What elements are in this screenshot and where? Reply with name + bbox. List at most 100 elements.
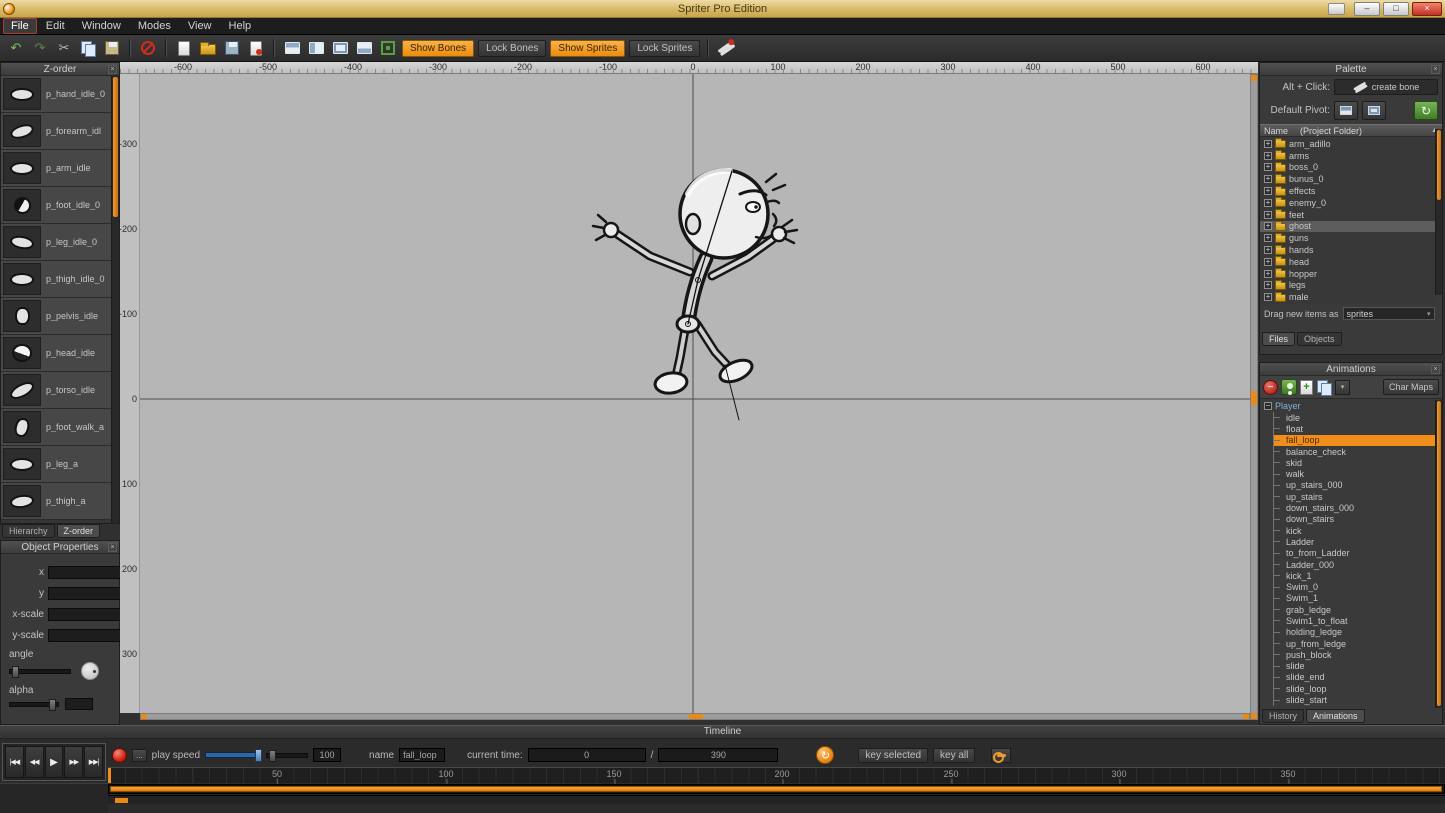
menu-modes[interactable]: Modes	[130, 18, 179, 34]
more-options-button[interactable]: ...	[132, 749, 147, 762]
entity-root[interactable]: − Player	[1260, 400, 1435, 412]
skip-to-end-button[interactable]: ▶▶|	[84, 746, 103, 778]
bone-tool-icon[interactable]	[716, 38, 736, 58]
expand-icon[interactable]: +	[1264, 152, 1272, 160]
animation-item[interactable]: push_block	[1274, 649, 1435, 660]
timeline-key-strip[interactable]	[108, 795, 1445, 804]
timeline-ruler[interactable]: 50 100 150 200 250 300 350	[108, 767, 1445, 783]
expand-icon[interactable]: +	[1264, 270, 1272, 278]
scrollbar-thumb[interactable]	[1437, 130, 1441, 200]
animation-item[interactable]: slide_end	[1274, 672, 1435, 683]
view-split-icon[interactable]	[282, 38, 302, 58]
canvas-vertical-scrollbar[interactable]	[1250, 74, 1258, 720]
tab-files[interactable]: Files	[1262, 332, 1295, 346]
animation-item[interactable]: down_stairs	[1274, 514, 1435, 525]
show-bones-button[interactable]: Show Bones	[402, 40, 474, 57]
cut-icon[interactable]: ✂	[54, 38, 74, 58]
angle-dial[interactable]	[81, 662, 99, 680]
redo-icon[interactable]: ↷	[30, 38, 50, 58]
animation-item[interactable]: walk	[1274, 468, 1435, 479]
animation-name-field[interactable]	[399, 748, 445, 762]
animation-item[interactable]: kick_1	[1274, 570, 1435, 581]
scroll-down-arrow[interactable]	[1251, 713, 1257, 719]
maximize-button[interactable]: □	[1383, 2, 1409, 16]
create-bone-button[interactable]: create bone	[1334, 79, 1438, 95]
paste-icon[interactable]	[102, 38, 122, 58]
previous-frame-button[interactable]: ◀◀	[25, 746, 44, 778]
folder-row[interactable]: +legs	[1260, 280, 1435, 292]
delete-animation-button[interactable]: −	[1263, 380, 1278, 395]
open-folder-icon[interactable]	[198, 38, 218, 58]
zoom-slider[interactable]	[266, 753, 308, 758]
z-order-scrollbar[interactable]	[111, 76, 119, 523]
expand-icon[interactable]: +	[1264, 222, 1272, 230]
tab-history[interactable]: History	[1262, 709, 1304, 723]
play-speed-value[interactable]	[313, 748, 341, 762]
folder-row-selected[interactable]: +ghost	[1260, 221, 1435, 233]
z-order-item[interactable]: p_thigh_a	[1, 483, 111, 520]
folder-row[interactable]: +bunus_0	[1260, 173, 1435, 185]
scrollbar-thumb[interactable]	[113, 77, 118, 217]
play-speed-slider[interactable]	[205, 752, 261, 758]
animation-item[interactable]: Swim_1	[1274, 593, 1435, 604]
show-desktop-icon[interactable]	[1328, 3, 1345, 15]
close-icon[interactable]: ×	[108, 65, 117, 74]
expand-icon[interactable]: +	[1264, 211, 1272, 219]
animation-item[interactable]: float	[1274, 423, 1435, 434]
expand-icon[interactable]: +	[1264, 281, 1272, 289]
total-time-field[interactable]	[658, 748, 778, 762]
canvas-viewport[interactable]	[140, 74, 1250, 713]
scroll-left-arrow[interactable]	[141, 714, 147, 719]
alpha-value-box[interactable]	[65, 698, 93, 710]
scroll-up-arrow[interactable]	[1251, 75, 1257, 81]
view-window-icon[interactable]	[306, 38, 326, 58]
export-icon[interactable]	[246, 38, 266, 58]
animation-item[interactable]: skid	[1274, 457, 1435, 468]
expand-icon[interactable]: +	[1264, 246, 1272, 254]
fit-screen-icon[interactable]	[378, 38, 398, 58]
keyframe-marker[interactable]	[115, 798, 128, 803]
pivot-mode-button-2[interactable]	[1362, 101, 1386, 120]
animation-item[interactable]: idle	[1274, 412, 1435, 423]
folder-row[interactable]: +feet	[1260, 209, 1435, 221]
copy-icon[interactable]	[78, 38, 98, 58]
expand-icon[interactable]: +	[1264, 234, 1272, 242]
z-order-item[interactable]: p_pelvis_idle	[1, 298, 111, 335]
pivot-mode-button-1[interactable]	[1334, 101, 1358, 120]
animation-item[interactable]: Ladder	[1274, 536, 1435, 547]
key-selected-button[interactable]: key selected	[858, 748, 928, 763]
animation-item[interactable]: grab_ledge	[1274, 604, 1435, 615]
animation-item-selected[interactable]: fall_loop	[1274, 435, 1435, 446]
animation-item[interactable]: slide	[1274, 661, 1435, 672]
expand-icon[interactable]: +	[1264, 187, 1272, 195]
menu-file[interactable]: File	[3, 18, 37, 34]
animation-item[interactable]: up_stairs_000	[1274, 480, 1435, 491]
animations-scrollbar[interactable]	[1435, 400, 1442, 708]
playhead[interactable]	[108, 768, 111, 783]
close-button[interactable]: ×	[1412, 2, 1442, 16]
scrollbar-thumb[interactable]	[1437, 401, 1441, 706]
folder-row[interactable]: +head	[1260, 256, 1435, 268]
loop-playback-button[interactable]: ↻	[816, 746, 834, 764]
angle-slider[interactable]	[9, 669, 71, 674]
animation-item[interactable]: balance_check	[1274, 446, 1435, 457]
timeline-scrollbar[interactable]	[108, 784, 1445, 794]
new-animation-icon[interactable]	[1281, 379, 1297, 395]
z-order-item[interactable]: p_leg_idle_0	[1, 224, 111, 261]
folder-row[interactable]: +guns	[1260, 232, 1435, 244]
refresh-button[interactable]: ↻	[1414, 101, 1438, 120]
duplicate-animation-icon[interactable]	[1316, 379, 1332, 395]
expand-icon[interactable]: +	[1264, 163, 1272, 171]
animation-item[interactable]: down_stairs_000	[1274, 502, 1435, 513]
tab-objects[interactable]: Objects	[1297, 332, 1342, 346]
lock-bones-button[interactable]: Lock Bones	[478, 40, 546, 57]
skip-to-start-button[interactable]: |◀◀	[5, 746, 24, 778]
view-bottom-icon[interactable]	[354, 38, 374, 58]
animation-item[interactable]: slide_loop	[1274, 683, 1435, 694]
z-order-item[interactable]: p_leg_a	[1, 446, 111, 483]
scrollbar-thumb[interactable]	[110, 786, 1442, 792]
delete-icon[interactable]	[138, 38, 158, 58]
animation-item[interactable]: kick	[1274, 525, 1435, 536]
z-order-item[interactable]: p_foot_idle_0	[1, 187, 111, 224]
z-order-item[interactable]: p_thigh_idle_0	[1, 261, 111, 298]
